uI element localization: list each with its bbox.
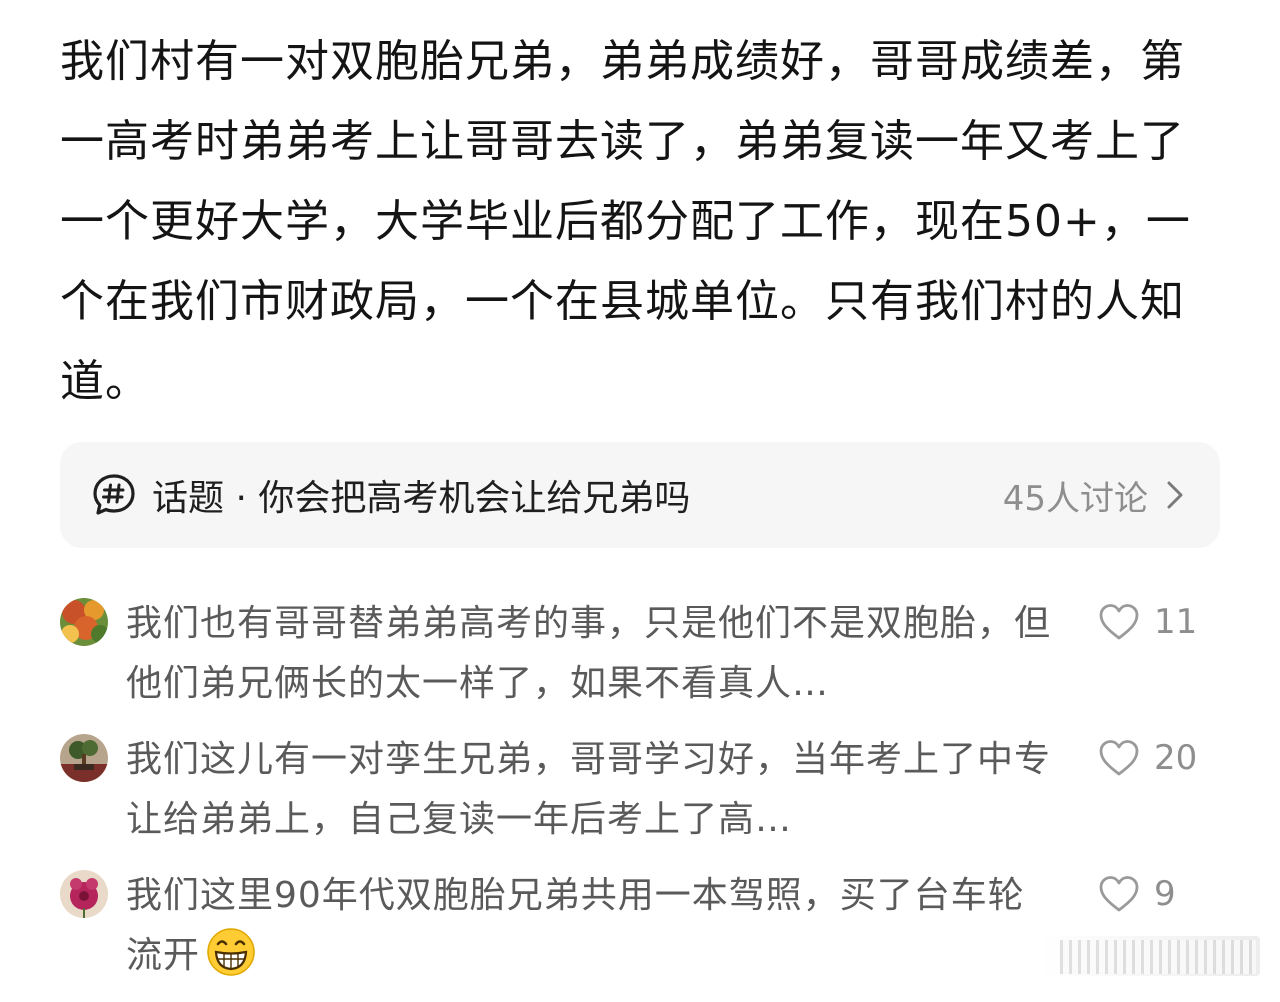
- grinning-face-emoji: [207, 928, 255, 976]
- bonsai-avatar[interactable]: [60, 734, 108, 782]
- comment-text: 我们这里90年代双胞胎兄弟共用一本驾照，买了台车轮流开: [126, 866, 1056, 986]
- like-count: 20: [1154, 738, 1198, 778]
- comment-text: 我们也有哥哥替弟弟高考的事，只是他们不是双胞胎，但他们弟兄俩长的太一样了，如果不…: [126, 603, 1052, 704]
- watermark-stripes: [1060, 940, 1256, 974]
- like-button[interactable]: 11: [1098, 598, 1197, 646]
- topic-discussion-link[interactable]: 45人讨论: [1003, 471, 1186, 520]
- heart-icon: [1099, 876, 1139, 912]
- chevron-right-icon: [1167, 481, 1183, 509]
- heart-icon: [1099, 604, 1139, 640]
- comment-text: 我们这儿有一对孪生兄弟，哥哥学习好，当年考上了中专让给弟弟上，自己复读一年后考上…: [126, 739, 1052, 840]
- topic-title: 话题 · 你会把高考机会让给兄弟吗: [152, 478, 691, 519]
- comment-text-content: 我们这里90年代双胞胎兄弟共用一本驾照，买了台车轮流开: [126, 875, 1025, 976]
- discussion-count: 45人讨论: [1002, 478, 1148, 519]
- like-count: 11: [1154, 602, 1198, 642]
- autumn-leaves-avatar[interactable]: [60, 598, 108, 646]
- topic-card[interactable]: 话题 · 你会把高考机会让给兄弟吗 45人讨论: [60, 442, 1220, 548]
- heart-icon: [1099, 740, 1139, 776]
- post-body: 我们村有一对双胞胎兄弟，弟弟成绩好，哥哥成绩差，第一高考时弟弟考上让哥哥去读了，…: [60, 36, 1191, 407]
- like-button[interactable]: 20: [1098, 734, 1197, 782]
- like-count: 9: [1154, 874, 1176, 914]
- like-button[interactable]: 9: [1098, 870, 1176, 918]
- hashtag-chat-icon: [93, 474, 135, 515]
- pink-flower-avatar[interactable]: [60, 870, 108, 918]
